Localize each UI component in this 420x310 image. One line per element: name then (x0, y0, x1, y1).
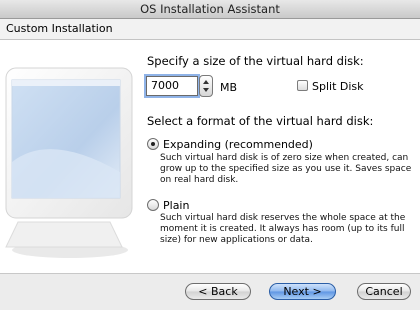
disk-size-question: Specify a size of the virtual hard disk: (147, 54, 364, 68)
expanding-description: Such virtual hard disk is of zero size w… (160, 153, 412, 185)
format-question: Select a format of the virtual hard disk… (147, 114, 374, 128)
disk-size-input[interactable]: 7000 (146, 76, 198, 96)
plain-label: Plain (163, 199, 190, 212)
expanding-radio[interactable] (147, 138, 159, 150)
split-disk-label: Split Disk (312, 80, 364, 93)
disk-size-unit: MB (220, 81, 238, 94)
computer-illustration (5, 67, 133, 258)
page-header: Custom Installation (0, 19, 420, 40)
plain-description: Such virtual hard disk reserves the whol… (160, 213, 406, 245)
next-button[interactable]: Next > (269, 283, 336, 300)
plain-radio[interactable] (147, 199, 159, 211)
stepper-up-icon[interactable] (203, 80, 209, 84)
page-title: Custom Installation (6, 22, 113, 35)
cancel-button[interactable]: Cancel (357, 283, 411, 300)
window-title: OS Installation Assistant (0, 0, 420, 19)
back-button[interactable]: < Back (185, 283, 251, 300)
split-disk-checkbox[interactable] (297, 80, 308, 91)
stepper-down-icon[interactable] (203, 88, 209, 92)
disk-size-stepper[interactable] (199, 75, 213, 97)
expanding-label: Expanding (recommended) (163, 138, 313, 151)
